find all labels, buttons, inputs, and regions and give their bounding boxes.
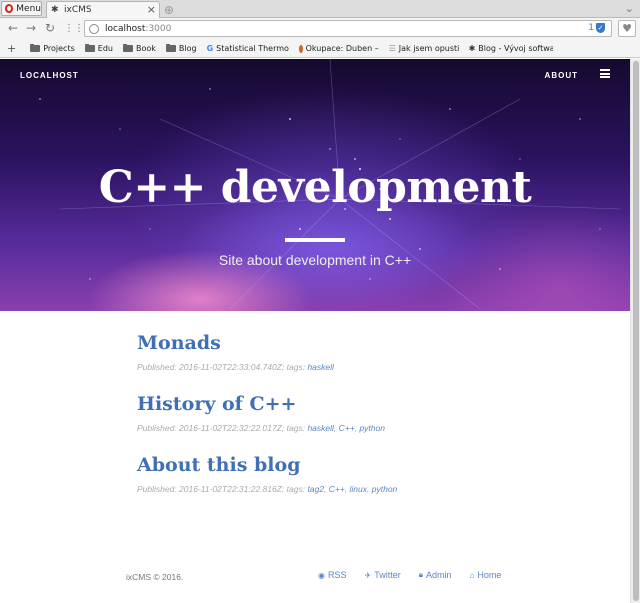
folder-icon xyxy=(122,44,133,52)
speed-dial-icon[interactable]: ⋮⋮ xyxy=(64,23,84,34)
hamburger-menu-icon[interactable] xyxy=(600,69,610,78)
lock-icon: 🔒︎ xyxy=(418,570,423,579)
browser-tab-active[interactable]: ✱ ixCMS × xyxy=(46,1,160,18)
folder-icon xyxy=(84,44,95,52)
reload-icon[interactable]: ↻ xyxy=(45,21,55,35)
opera-icon xyxy=(298,44,303,53)
opera-logo-icon xyxy=(5,4,14,13)
add-bookmark-icon[interactable]: + xyxy=(7,42,16,55)
post-item: About this blog Published: 2016-11-02T22… xyxy=(137,453,497,494)
tag-link[interactable]: linux xyxy=(350,484,367,494)
post-published: Published: 2016-11-02T22:31:22.816Z; tag… xyxy=(137,484,308,494)
heart-icon[interactable]: ♥ xyxy=(618,20,636,37)
bookmark-label: Jak jsem opustil ... xyxy=(398,44,459,53)
bookmark-book[interactable]: Book xyxy=(122,44,156,53)
bookmark-blog-vyvoj[interactable]: ✱ Blog - Vývoj softwa xyxy=(469,44,553,53)
home-icon: ⌂ xyxy=(469,570,475,580)
bookmarks-bar: + Projects Edu Book Blog G Statistical Th… xyxy=(0,40,640,58)
post-meta: Published: 2016-11-02T22:33:04.740Z; tag… xyxy=(137,362,497,372)
tab-close-icon[interactable]: × xyxy=(147,3,156,16)
admin-label: Admin xyxy=(425,570,452,580)
tag-link[interactable]: python xyxy=(359,423,385,433)
tag-link[interactable]: C++ xyxy=(339,423,355,433)
bookmark-label: Blog xyxy=(178,44,197,53)
tag-link[interactable]: C++ xyxy=(329,484,345,494)
tab-title: ixCMS xyxy=(64,5,92,15)
rss-icon: ◉ xyxy=(318,570,325,580)
post-item: History of C++ Published: 2016-11-02T22:… xyxy=(137,392,497,433)
post-title-link[interactable]: Monads xyxy=(137,331,497,355)
page-viewport: LOCALHOST ABOUT C++ development Site abo… xyxy=(0,59,630,603)
rss-link[interactable]: ◉ RSS xyxy=(318,570,347,580)
bookmark-label: Book xyxy=(135,44,156,53)
hero-subtitle: Site about development in C++ xyxy=(218,252,412,268)
google-icon: G xyxy=(206,44,214,53)
browser-menu-button[interactable]: Menu xyxy=(1,1,42,16)
tag-link[interactable]: tag2 xyxy=(307,484,324,494)
folder-icon xyxy=(30,44,41,52)
bookmark-label: Statistical Thermo xyxy=(216,44,289,53)
bug-favicon-icon: ✱ xyxy=(51,5,59,15)
site-info-icon[interactable] xyxy=(89,23,99,34)
page-scrollbar[interactable] xyxy=(630,59,640,603)
bookmark-label: Edu xyxy=(97,44,113,53)
folder-icon xyxy=(165,44,176,52)
footer-links: ◉ RSS ✈ Twitter 🔒︎ Admin ⌂ Home xyxy=(318,570,501,580)
new-tab-icon[interactable]: ⊕ xyxy=(164,3,174,17)
hero-header: LOCALHOST ABOUT C++ development Site abo… xyxy=(0,59,630,311)
footer-copyright: ixCMS © 2016. xyxy=(126,572,184,582)
bookmark-edu[interactable]: Edu xyxy=(84,44,113,53)
forward-icon[interactable]: → xyxy=(26,21,36,35)
bookmark-okupace[interactable]: Okupace: Duben – xyxy=(298,44,379,53)
hero-divider xyxy=(285,238,345,242)
url-port: :3000 xyxy=(145,23,172,34)
hero-title: C++ development xyxy=(98,162,532,213)
post-list: Monads Published: 2016-11-02T22:33:04.74… xyxy=(137,331,497,514)
tab-menu-icon[interactable]: ⌄ xyxy=(625,2,634,15)
post-item: Monads Published: 2016-11-02T22:33:04.74… xyxy=(137,331,497,372)
tag-link[interactable]: haskell xyxy=(307,423,333,433)
page-icon: ☰ xyxy=(388,44,396,53)
browser-menu-label: Menu xyxy=(16,3,41,14)
adblock-badge[interactable]: 1 ✓ xyxy=(588,23,605,33)
bookmark-projects[interactable]: Projects xyxy=(30,44,75,53)
bookmark-label: Okupace: Duben – xyxy=(305,44,379,53)
bookmark-label: Blog - Vývoj softwa xyxy=(478,44,553,53)
back-icon[interactable]: ← xyxy=(8,21,18,35)
bug-icon: ✱ xyxy=(468,44,476,53)
twitter-icon: ✈ xyxy=(364,570,372,580)
nav-about-link[interactable]: ABOUT xyxy=(545,71,578,80)
bookmark-statistical-thermo[interactable]: G Statistical Thermo xyxy=(207,44,289,53)
admin-link[interactable]: 🔒︎ Admin xyxy=(419,570,452,580)
post-meta: Published: 2016-11-02T22:31:22.816Z; tag… xyxy=(137,484,398,494)
url-host: localhost xyxy=(105,23,146,34)
post-published: Published: 2016-11-02T22:33:04.740Z; tag… xyxy=(137,362,308,372)
post-title-link[interactable]: About this blog xyxy=(137,453,497,477)
post-title-link[interactable]: History of C++ xyxy=(137,392,497,416)
bookmark-blog[interactable]: Blog xyxy=(165,44,197,53)
home-link[interactable]: ⌂ Home xyxy=(470,570,502,580)
twitter-link[interactable]: ✈ Twitter xyxy=(365,570,401,580)
post-meta: Published: 2016-11-02T22:32:22.017Z; tag… xyxy=(137,423,385,433)
rss-label: RSS xyxy=(327,570,347,580)
bookmark-jak-jsem[interactable]: ☰Jak jsem opustil ... xyxy=(389,44,459,53)
shield-icon: ✓ xyxy=(596,23,605,33)
tag-link[interactable]: haskell xyxy=(307,362,333,372)
home-label: Home xyxy=(477,570,502,580)
address-bar[interactable]: localhost :3000 1 ✓ xyxy=(84,20,612,37)
browser-tab-strip: Menu ✱ ixCMS × ⊕ ⌄ xyxy=(0,0,640,18)
bookmark-label: Projects xyxy=(43,44,75,53)
site-brand-link[interactable]: LOCALHOST xyxy=(20,71,79,80)
browser-toolbar: ← → ↻ ⋮⋮ localhost :3000 1 ✓ ♥ xyxy=(0,18,640,40)
twitter-label: Twitter xyxy=(374,570,401,580)
adblock-count: 1 xyxy=(588,23,594,33)
post-published: Published: 2016-11-02T22:32:22.017Z; tag… xyxy=(137,423,308,433)
scrollbar-thumb[interactable] xyxy=(633,61,639,601)
tag-link[interactable]: python xyxy=(372,484,398,494)
